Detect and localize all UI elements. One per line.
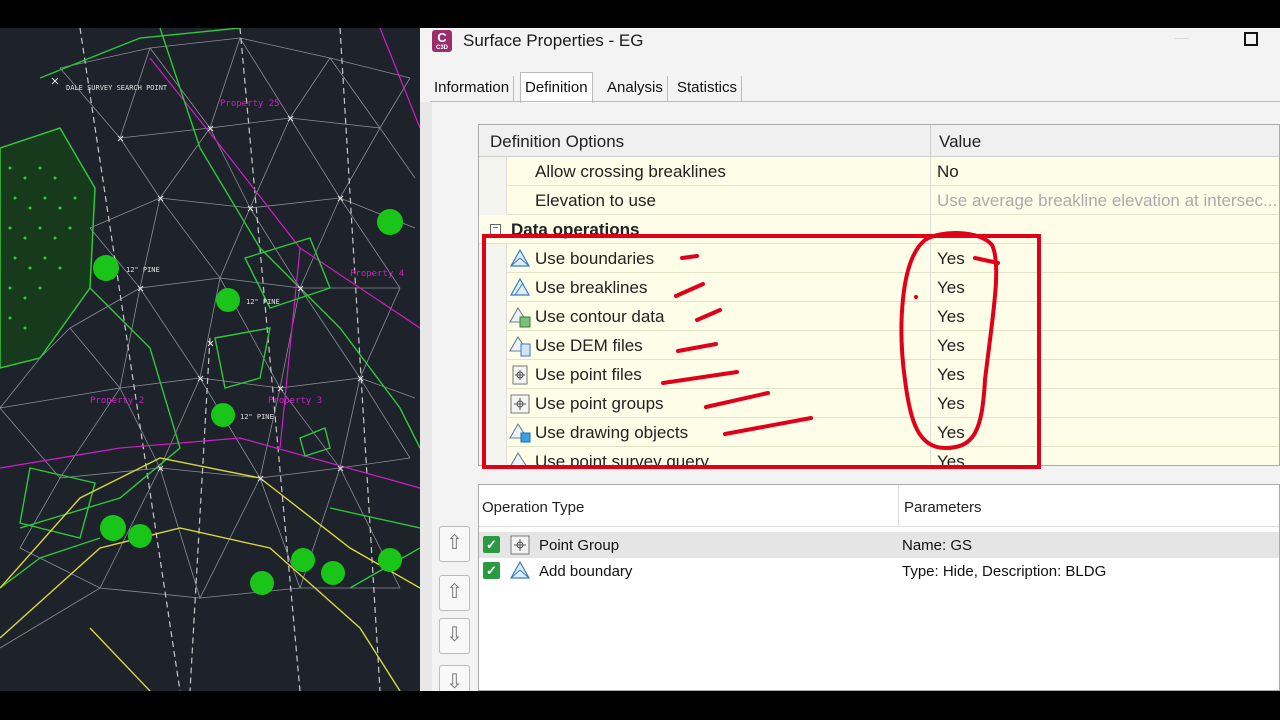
survey-query-icon xyxy=(510,451,527,465)
option-name: Allow crossing breaklines xyxy=(535,162,726,181)
operation-row-add-boundary[interactable]: ✓ Add boundary Type: Hide, Description: … xyxy=(479,558,1279,584)
grid-row-use-drawing-objects[interactable]: Use drawing objects Yes xyxy=(479,418,1279,447)
option-value[interactable]: Use average breakline elevation at inter… xyxy=(937,191,1277,211)
option-name: Use drawing objects xyxy=(535,423,689,442)
grid-row-elevation-to-use[interactable]: Elevation to use Use average breakline e… xyxy=(479,186,1279,215)
option-name: Use DEM files xyxy=(535,336,643,355)
breakline-icon xyxy=(509,277,531,296)
cad-viewport[interactable]: Property 25 Property 4 Property 2 Proper… xyxy=(0,28,420,691)
tab-analysis[interactable]: Analysis xyxy=(603,76,668,102)
option-value[interactable]: Yes xyxy=(937,365,965,385)
option-value[interactable]: Yes xyxy=(937,394,965,414)
move-bottom-icon: ⇩ xyxy=(446,671,463,691)
minimize-icon[interactable] xyxy=(1175,38,1189,39)
operation-checkbox[interactable]: ✓ xyxy=(483,562,500,579)
yellow-lines xyxy=(0,457,420,691)
operation-checkbox[interactable]: ✓ xyxy=(483,536,500,553)
option-value[interactable]: Yes xyxy=(937,452,965,465)
maximize-icon[interactable] xyxy=(1244,32,1258,46)
option-name: Use point groups xyxy=(535,394,664,413)
operations-table: Operation Type Parameters ✓ Point Group … xyxy=(478,484,1280,691)
move-down-icon: ⇩ xyxy=(446,624,463,646)
tab-statistics[interactable]: Statistics xyxy=(673,76,743,102)
move-up-icon: ⇧ xyxy=(446,581,463,603)
move-up-button[interactable]: ⇧ xyxy=(439,575,470,611)
dialog-titlebar[interactable]: C C3D Surface Properties - EG xyxy=(420,28,1280,64)
operation-parameters: Name: GS xyxy=(902,537,973,554)
option-name: Use boundaries xyxy=(535,249,655,268)
drawing-object-icon xyxy=(509,422,531,443)
property-label: Property 4 xyxy=(350,269,404,279)
definition-options-grid: Definition Options Value Allow crossing … xyxy=(478,124,1280,466)
tree-label: 12" PINE xyxy=(240,413,274,421)
column-header-operation-type[interactable]: Operation Type xyxy=(482,499,584,516)
property-label: Property 3 xyxy=(268,396,322,406)
grid-row-use-point-groups[interactable]: Use point groups Yes xyxy=(479,389,1279,418)
column-divider[interactable] xyxy=(930,125,931,157)
option-name: Use contour data xyxy=(535,307,665,326)
option-value[interactable]: Yes xyxy=(937,307,965,327)
move-down-button[interactable]: ⇩ xyxy=(439,618,470,654)
collapse-icon[interactable]: − xyxy=(490,224,501,235)
option-value[interactable]: Yes xyxy=(937,278,965,298)
bottom-black-bar xyxy=(0,691,1280,720)
section-label: Data operations xyxy=(511,220,640,239)
option-value[interactable]: Yes xyxy=(937,423,965,443)
point-file-icon xyxy=(512,365,528,385)
operation-type: Add boundary xyxy=(539,563,633,580)
column-divider[interactable] xyxy=(898,485,899,527)
move-to-top-button[interactable]: ⇧ xyxy=(439,526,470,562)
option-name: Elevation to use xyxy=(535,191,656,210)
grid-row-use-point-survey-query[interactable]: Use point survey query Yes xyxy=(479,447,1279,466)
dialog-title: Surface Properties - EG xyxy=(463,31,644,50)
option-name: Use breaklines xyxy=(535,278,648,297)
point-group-icon xyxy=(510,394,530,414)
grid-row-use-breaklines[interactable]: Use breaklines Yes xyxy=(479,273,1279,302)
surface-properties-dialog: C C3D Surface Properties - EG Information… xyxy=(420,28,1280,691)
tree-label: 12" PINE xyxy=(126,266,160,274)
top-black-bar xyxy=(0,0,1280,28)
grid-row-use-point-files[interactable]: Use point files Yes xyxy=(479,360,1279,389)
option-value[interactable]: Yes xyxy=(937,249,965,269)
contour-icon xyxy=(509,306,531,328)
breakline-dashes xyxy=(79,28,381,691)
dem-file-icon xyxy=(509,335,531,357)
option-value[interactable]: No xyxy=(937,162,959,182)
property-label: Property 25 xyxy=(220,99,280,109)
dialog-left-strip xyxy=(420,102,432,691)
grid-section-data-operations[interactable]: − Data operations xyxy=(479,215,1279,244)
app-icon-letter: C xyxy=(437,30,447,45)
column-header-parameters[interactable]: Parameters xyxy=(904,499,982,516)
grid-row-allow-crossing-breaklines[interactable]: Allow crossing breaklines No xyxy=(479,157,1279,186)
survey-label: DALE SURVEY SEARCH POINT xyxy=(66,84,168,92)
operations-header: Operation Type Parameters xyxy=(479,485,1279,527)
operation-row-point-group[interactable]: ✓ Point Group Name: GS xyxy=(479,532,1279,558)
move-to-bottom-button[interactable]: ⇩ xyxy=(439,665,470,691)
option-name: Use point files xyxy=(535,365,642,384)
boundary-icon xyxy=(509,248,531,267)
cad-drawing: Property 25 Property 4 Property 2 Proper… xyxy=(0,28,420,691)
option-name: Use point survey query xyxy=(535,452,709,466)
column-header-definition-options[interactable]: Definition Options xyxy=(490,132,624,152)
property-label: Property 2 xyxy=(90,396,144,406)
point-group-icon xyxy=(510,535,530,555)
move-top-icon: ⇧ xyxy=(446,532,463,554)
tab-definition[interactable]: Definition xyxy=(520,72,593,103)
grid-header: Definition Options Value xyxy=(479,125,1279,157)
hatch-region xyxy=(0,127,96,369)
tree-label: 12" PINE xyxy=(246,298,280,306)
grid-row-use-contour-data[interactable]: Use contour data Yes xyxy=(479,302,1279,331)
option-value[interactable]: Yes xyxy=(937,336,965,356)
app-icon-sub: C3D xyxy=(435,45,448,51)
tab-divider xyxy=(430,101,1280,102)
boundary-icon xyxy=(509,560,531,579)
grid-row-use-dem-files[interactable]: Use DEM files Yes xyxy=(479,331,1279,360)
tab-information[interactable]: Information xyxy=(430,76,515,102)
operation-parameters: Type: Hide, Description: BLDG xyxy=(902,563,1107,580)
operation-type: Point Group xyxy=(539,537,620,554)
civil3d-app-icon: C C3D xyxy=(432,30,452,52)
column-header-value[interactable]: Value xyxy=(939,132,981,152)
grid-row-use-boundaries[interactable]: Use boundaries Yes xyxy=(479,244,1279,273)
